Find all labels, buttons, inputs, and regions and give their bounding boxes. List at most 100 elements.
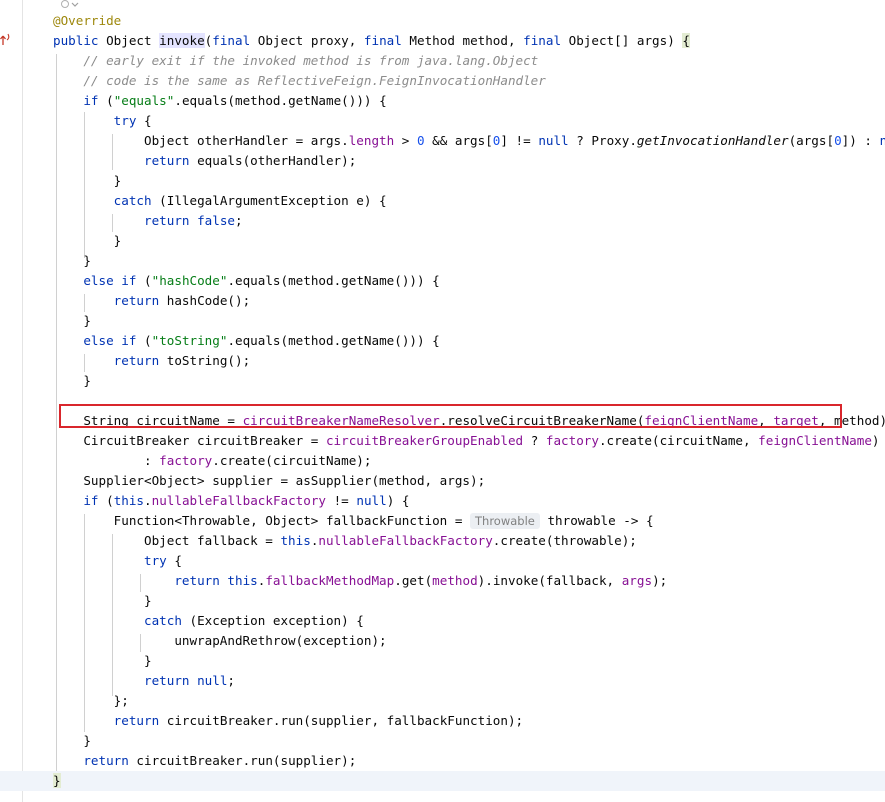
- code-token: }: [53, 773, 61, 788]
- code-line[interactable]: return false;: [0, 211, 885, 231]
- code-line[interactable]: if (this.nullableFallbackFactory != null…: [0, 491, 885, 511]
- code-token: ) {: [386, 493, 410, 508]
- code-line[interactable]: }: [0, 771, 885, 791]
- code-line[interactable]: }: [0, 731, 885, 751]
- code-token: this: [113, 493, 145, 508]
- code-token: }: [53, 593, 152, 608]
- code-token: try: [113, 113, 145, 128]
- code-editor[interactable]: @Override public Object invoke(final Obje…: [0, 0, 885, 802]
- code-token: Supplier<Object> supplier = asSupplier(m…: [53, 473, 486, 488]
- code-token: Object fallback =: [53, 533, 281, 548]
- code-token: this: [280, 533, 311, 548]
- code-line[interactable]: catch (Exception exception) {: [0, 611, 885, 631]
- code-line[interactable]: else if ("hashCode".equals(method.getNam…: [0, 271, 885, 291]
- code-line[interactable]: else if ("toString".equals(method.getNam…: [0, 331, 885, 351]
- code-token: method: [432, 573, 478, 588]
- code-token: toString();: [166, 353, 251, 368]
- code-token: {: [174, 553, 182, 568]
- code-token: {: [144, 113, 152, 128]
- code-token: (args[: [788, 133, 835, 148]
- code-token: >: [394, 133, 417, 148]
- code-token: }: [53, 253, 91, 268]
- code-line[interactable]: }: [0, 591, 885, 611]
- code-token: return this: [174, 573, 258, 588]
- code-token: try: [144, 553, 175, 568]
- code-token: // code is the same as ReflectiveFeign.F…: [83, 73, 546, 88]
- code-line[interactable]: // code is the same as ReflectiveFeign.F…: [0, 71, 885, 91]
- code-token: public: [53, 33, 107, 48]
- code-token: unwrapAndRethrow(exception);: [53, 633, 387, 648]
- code-token: return false: [144, 213, 235, 228]
- code-token: ? Proxy.: [568, 133, 637, 148]
- code-token: (: [144, 333, 152, 348]
- code-token: final: [212, 33, 258, 48]
- code-line[interactable]: }: [0, 171, 885, 191]
- code-line[interactable]: try {: [0, 111, 885, 131]
- code-token: .create(circuitName,: [598, 433, 759, 448]
- code-line[interactable]: return hashCode();: [0, 291, 885, 311]
- code-line[interactable]: : factory.create(circuitName);: [0, 451, 885, 471]
- code-line[interactable]: Supplier<Object> supplier = asSupplier(m…: [0, 471, 885, 491]
- code-token: (: [106, 93, 114, 108]
- fold-toggle-icon[interactable]: [60, 0, 80, 10]
- code-line[interactable]: return equals(otherHandler);: [0, 151, 885, 171]
- code-token: }: [53, 173, 122, 188]
- code-token: getInvocationHandler: [636, 133, 789, 148]
- code-line[interactable]: catch (IllegalArgumentException e) {: [0, 191, 885, 211]
- code-line[interactable]: Function<Throwable, Object> fallbackFunc…: [0, 511, 885, 531]
- code-token: nullableFallbackFactory: [318, 533, 493, 548]
- code-line[interactable]: }: [0, 371, 885, 391]
- code-line[interactable]: public Object invoke(final Object proxy,…: [0, 31, 885, 51]
- code-token: ): [871, 433, 880, 448]
- code-token: if: [83, 493, 107, 508]
- code-token: :: [53, 453, 160, 468]
- code-token: else if: [83, 273, 145, 288]
- code-token: Function<Throwable, Object> fallbackFunc…: [53, 513, 471, 528]
- code-token: "hashCode": [151, 273, 228, 288]
- code-line[interactable]: Object fallback = this.nullableFallbackF…: [0, 531, 885, 551]
- code-token: circuitBreakerGroupEnabled: [325, 433, 524, 448]
- code-line[interactable]: CircuitBreaker circuitBreaker = circuitB…: [0, 431, 885, 451]
- code-token: 0: [416, 133, 425, 148]
- code-token: equals(otherHandler);: [197, 153, 357, 168]
- code-token: (: [106, 493, 114, 508]
- code-token: ?: [523, 433, 546, 448]
- code-token: 0: [834, 133, 842, 148]
- code-line[interactable]: try {: [0, 551, 885, 571]
- code-line[interactable]: return circuitBreaker.run(supplier, fall…: [0, 711, 885, 731]
- code-line[interactable]: if ("equals".equals(method.getName())) {: [0, 91, 885, 111]
- code-line[interactable]: unwrapAndRethrow(exception);: [0, 631, 885, 651]
- code-line[interactable]: return null;: [0, 671, 885, 691]
- code-line[interactable]: @Override: [0, 11, 885, 31]
- code-line[interactable]: }: [0, 651, 885, 671]
- code-token: }: [53, 653, 152, 668]
- code-token: circuitBreaker.run(supplier, fallbackFun…: [166, 713, 524, 728]
- code-line[interactable]: }: [0, 231, 885, 251]
- code-token: .equals(method.getName())) {: [227, 273, 440, 288]
- code-token: .: [144, 493, 152, 508]
- code-token: null: [879, 133, 885, 148]
- code-line[interactable]: }: [0, 311, 885, 331]
- code-token: Object[] args): [568, 33, 683, 48]
- code-line[interactable]: }: [0, 251, 885, 271]
- code-line[interactable]: // early exit if the invoked method is f…: [0, 51, 885, 71]
- code-token: {: [682, 33, 690, 48]
- parameter-type-hint: Throwable: [470, 513, 540, 529]
- code-token: }: [53, 233, 122, 248]
- code-line[interactable]: return circuitBreaker.run(supplier);: [0, 751, 885, 771]
- code-line[interactable]: return toString();: [0, 351, 885, 371]
- code-line[interactable]: };: [0, 691, 885, 711]
- code-line[interactable]: return this.fallbackMethodMap.get(method…: [0, 571, 885, 591]
- code-line[interactable]: Object otherHandler = args.length > 0 &&…: [0, 131, 885, 151]
